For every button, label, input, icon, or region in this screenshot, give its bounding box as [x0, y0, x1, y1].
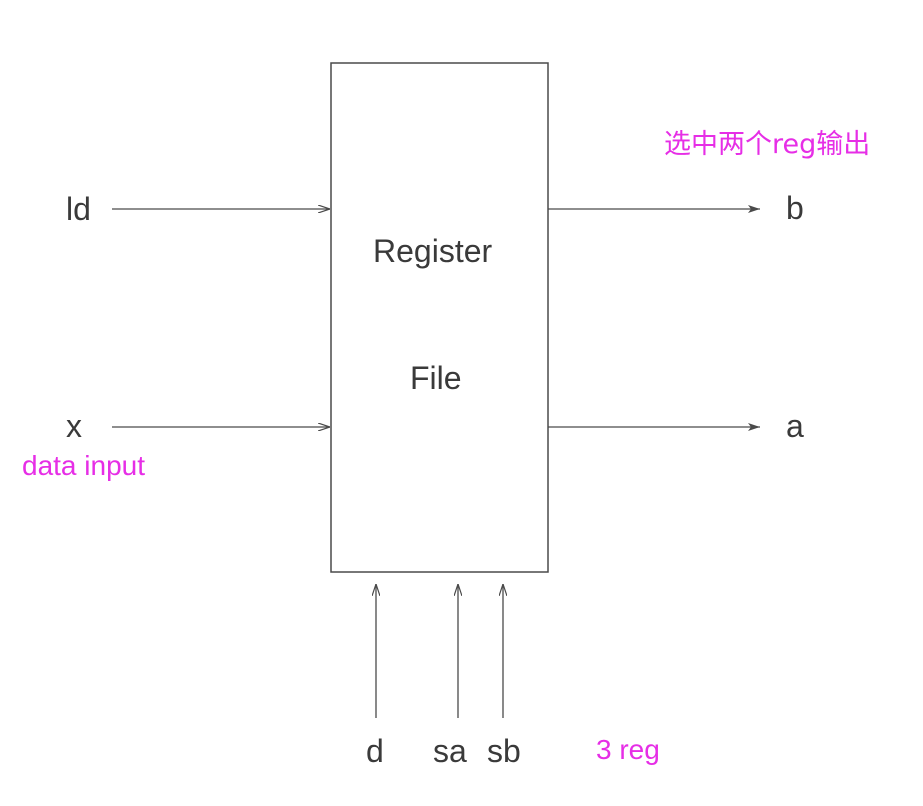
annotation-3-reg: 3 reg — [596, 734, 660, 765]
output-label-a: a — [786, 408, 804, 444]
register-file-block — [330, 62, 549, 573]
input-label-ld: ld — [66, 191, 91, 227]
register-file-diagram — [112, 62, 760, 718]
block-title-register: Register — [373, 233, 493, 269]
output-label-b: b — [786, 190, 804, 226]
block-title-file: File — [410, 360, 462, 396]
input-label-sb: sb — [487, 733, 521, 769]
input-label-d: d — [366, 733, 384, 769]
input-label-x: x — [66, 408, 82, 444]
input-label-sa: sa — [433, 733, 467, 769]
annotation-data-input: data input — [22, 450, 145, 481]
annotation-outputs-note: 选中两个reg输出 — [664, 129, 871, 160]
